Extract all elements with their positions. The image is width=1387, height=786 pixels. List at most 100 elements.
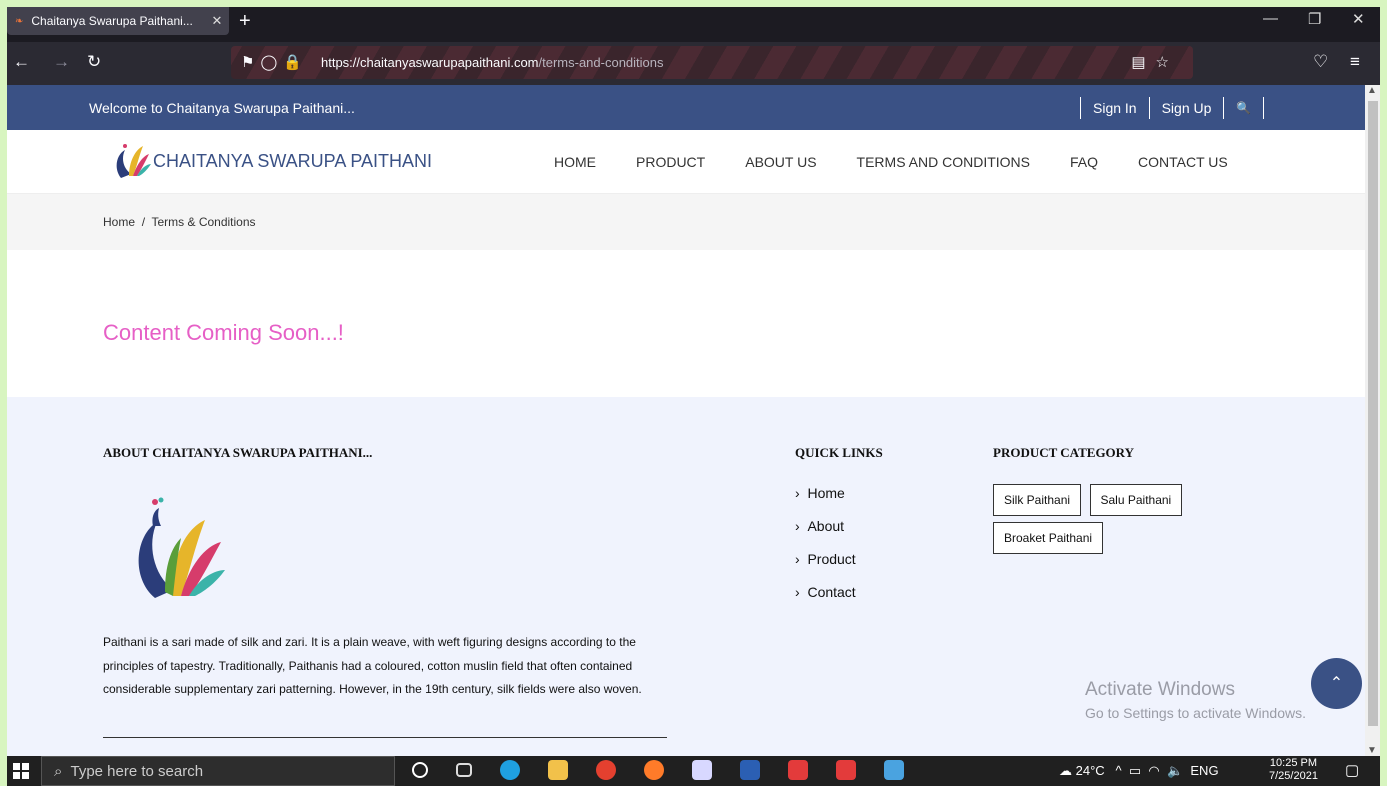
taskbar-clock[interactable]: 10:25 PM 7/25/2021	[1269, 757, 1318, 783]
search-icon[interactable]: 🔍	[1236, 101, 1251, 115]
quick-links-heading: QUICK LINKS	[795, 445, 883, 460]
menu-icon[interactable]: ≡	[1350, 52, 1360, 72]
cortana-icon[interactable]	[412, 762, 428, 778]
word-icon[interactable]	[740, 760, 760, 780]
welcome-text: Welcome to Chaitanya Swarupa Paithani...	[89, 100, 355, 116]
auth-links: Sign In Sign Up 🔍	[1068, 97, 1276, 119]
chevron-right-icon: ›	[795, 551, 800, 567]
menu-item-about-us[interactable]: ABOUT US	[745, 154, 816, 170]
quick-links-list: › Home › About › Product › Contact	[795, 485, 856, 617]
weather-temp[interactable]: 24°C	[1076, 763, 1105, 778]
brand-name[interactable]: CHAITANYA SWARUPA PAITHANI	[153, 151, 432, 172]
clock-time: 10:25 PM	[1269, 757, 1318, 769]
menu-item-contact-us[interactable]: CONTACT US	[1138, 154, 1228, 170]
restore-icon[interactable]: ❐	[1308, 10, 1321, 28]
file-explorer-icon[interactable]	[548, 760, 568, 780]
activate-title: Activate Windows	[1085, 679, 1235, 700]
reader-bookmark-icons[interactable]: ▤☆	[1131, 53, 1179, 71]
wifi-icon[interactable]: ◠	[1148, 763, 1159, 778]
clock-date: 7/25/2021	[1269, 770, 1318, 782]
menu-item-faq[interactable]: FAQ	[1070, 154, 1098, 170]
activate-windows-watermark: Activate Windows Go to Settings to activ…	[1085, 679, 1306, 721]
category-chips: Silk Paithani Salu Paithani Broaket Pait…	[993, 484, 1253, 560]
quick-link-label: About	[807, 518, 845, 534]
anydesk-icon-2[interactable]	[836, 760, 856, 780]
breadcrumb: Home / Terms & Conditions	[103, 215, 256, 229]
breadcrumb-bar: Home / Terms & Conditions	[7, 194, 1365, 250]
scroll-up-icon[interactable]: ▲	[1367, 85, 1377, 96]
chevron-right-icon: ›	[795, 584, 800, 600]
browser-nav-bar: ← → ↻ ⚑◯🔒 https://chaitanyaswarupapaitha…	[7, 42, 1380, 85]
category-silk-paithani[interactable]: Silk Paithani	[993, 484, 1082, 516]
page-viewport: Welcome to Chaitanya Swarupa Paithani...…	[7, 85, 1365, 756]
weather-icon[interactable]: ☁	[1059, 763, 1072, 778]
minimize-icon[interactable]: —	[1263, 10, 1278, 27]
peacock-logo-icon[interactable]	[111, 138, 151, 180]
forward-icon[interactable]: →	[53, 52, 70, 72]
breadcrumb-home[interactable]: Home	[103, 215, 135, 229]
menu-item-terms[interactable]: TERMS AND CONDITIONS	[857, 154, 1030, 170]
peacock-logo-large-icon	[138, 497, 225, 598]
site-header: CHAITANYA SWARUPA PAITHANI HOME PRODUCT …	[7, 130, 1365, 194]
content-message: Content Coming Soon...!	[103, 320, 344, 345]
photos-icon[interactable]	[884, 760, 904, 780]
url-path: /terms-and-conditions	[538, 55, 664, 70]
page-scrollbar[interactable]: ▲ ▼	[1365, 85, 1380, 756]
site-info-icons[interactable]: ⚑◯🔒	[241, 53, 308, 71]
windows-taskbar: ⌕ Type here to search ☁ 24°C ^ ▭ ◠ 🔈 ENG…	[7, 756, 1380, 786]
address-bar[interactable]: ⚑◯🔒 https://chaitanyaswarupapaithani.com…	[231, 46, 1193, 79]
close-window-icon[interactable]: ✕	[1352, 10, 1365, 28]
activate-subtitle: Go to Settings to activate Windows.	[1085, 705, 1306, 721]
search-icon: ⌕	[54, 763, 63, 780]
scroll-to-top-button[interactable]: ⌃	[1311, 658, 1362, 709]
footer-divider	[103, 737, 667, 738]
windows-start-icon[interactable]	[13, 763, 29, 779]
main-menu: HOME PRODUCT ABOUT US TERMS AND CONDITIO…	[554, 154, 1268, 170]
chrome-icon[interactable]	[596, 760, 616, 780]
task-view-icon[interactable]	[456, 763, 472, 777]
tray-chevron-icon[interactable]: ^	[1116, 763, 1122, 778]
firefox-icon[interactable]	[644, 760, 664, 780]
app-icon[interactable]	[692, 760, 712, 780]
divider	[1148, 97, 1150, 119]
battery-icon[interactable]: ▭	[1129, 763, 1141, 778]
quick-link-product[interactable]: › Product	[795, 551, 856, 584]
sign-in-link[interactable]: Sign In	[1093, 100, 1137, 116]
divider	[1263, 97, 1265, 119]
close-tab-icon[interactable]: ✕	[205, 13, 229, 29]
category-broaket-paithani[interactable]: Broaket Paithani	[993, 522, 1104, 554]
tab-title: Chaitanya Swarupa Paithani...	[31, 14, 193, 28]
quick-link-label: Contact	[807, 584, 856, 600]
chevron-up-icon: ⌃	[1329, 675, 1344, 692]
product-category-heading: PRODUCT CATEGORY	[993, 445, 1134, 460]
url-text: https://chaitanyaswarupapaithani.com/ter…	[321, 55, 664, 70]
new-tab-icon[interactable]: +	[239, 10, 251, 33]
category-salu-paithani[interactable]: Salu Paithani	[1089, 484, 1183, 516]
system-tray: ☁ 24°C ^ ▭ ◠ 🔈 ENG	[1059, 763, 1219, 779]
browser-tab[interactable]: ❧ Chaitanya Swarupa Paithani... ✕	[7, 7, 229, 35]
anydesk-icon[interactable]	[788, 760, 808, 780]
menu-item-product[interactable]: PRODUCT	[636, 154, 705, 170]
taskbar-search-box[interactable]: ⌕ Type here to search	[41, 756, 395, 786]
scrollbar-thumb[interactable]	[1368, 101, 1378, 726]
notifications-icon[interactable]: ▢	[1345, 761, 1359, 779]
reload-icon[interactable]: ↻	[87, 52, 101, 72]
volume-icon[interactable]: 🔈	[1167, 763, 1183, 778]
about-text: Paithani is a sari made of silk and zari…	[103, 635, 642, 696]
divider	[1223, 97, 1225, 119]
scroll-down-icon[interactable]: ▼	[1367, 745, 1377, 756]
menu-item-home[interactable]: HOME	[554, 154, 596, 170]
language-indicator[interactable]: ENG	[1190, 763, 1218, 778]
edge-icon[interactable]	[500, 760, 520, 780]
quick-link-label: Product	[807, 551, 856, 567]
quick-link-about[interactable]: › About	[795, 518, 856, 551]
pocket-icon[interactable]: ♡	[1313, 52, 1328, 72]
sign-up-link[interactable]: Sign Up	[1162, 100, 1212, 116]
back-icon[interactable]: ←	[13, 52, 30, 72]
breadcrumb-current: Terms & Conditions	[151, 215, 256, 229]
quick-link-home[interactable]: › Home	[795, 485, 856, 518]
site-favicon-icon: ❧	[15, 15, 24, 27]
site-footer: ABOUT CHAITANYA SWARUPA PAITHANI... Pait…	[7, 397, 1365, 756]
chevron-right-icon: ›	[795, 485, 800, 501]
quick-link-contact[interactable]: › Contact	[795, 584, 856, 617]
